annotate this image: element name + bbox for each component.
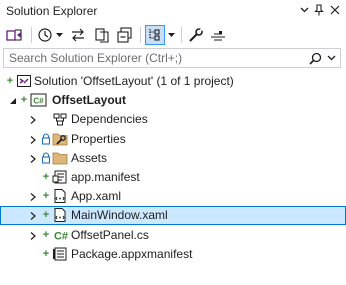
switch-views-icon[interactable] (5, 25, 25, 45)
checked-in-lock-icon (40, 152, 52, 164)
expand-arrow-icon[interactable] (28, 210, 38, 221)
collapse-all-icon[interactable] (115, 25, 135, 45)
panel-title: Solution Explorer (6, 4, 98, 18)
tree-item-mainwindow-xaml[interactable]: + MainWindow.xaml (0, 206, 346, 226)
refresh-icon[interactable] (92, 25, 112, 45)
folder-icon (52, 150, 68, 166)
window-position-dropdown-icon[interactable] (297, 3, 311, 17)
pending-add-icon: + (42, 228, 50, 241)
properties-wrench-icon[interactable] (186, 25, 206, 45)
appxmanifest-icon (52, 246, 68, 262)
tree-item-label: Dependencies (71, 112, 148, 127)
tree-item-label: OffsetLayout (52, 93, 127, 108)
tree-item-label: Package.appxmanifest (71, 246, 193, 261)
toolbar-separator (140, 27, 141, 43)
expand-arrow-icon[interactable] (28, 230, 38, 240)
pending-add-icon: + (20, 94, 28, 107)
expand-arrow-icon[interactable] (28, 134, 38, 144)
close-icon[interactable] (328, 3, 342, 17)
tree-item-label: app.manifest (71, 170, 140, 184)
manifest-icon (52, 169, 68, 185)
tree-item-package-appxmanifest[interactable]: + Package.appxmanifest (0, 245, 346, 264)
xaml-icon (52, 188, 68, 204)
show-all-files-dropdown-icon[interactable] (166, 25, 176, 45)
tree-item-label: Properties (71, 131, 126, 146)
pending-changes-filter-icon[interactable] (36, 25, 54, 45)
tree-item-dependencies[interactable]: Dependencies (0, 110, 346, 129)
tree-item-offsetpanel-cs[interactable]: + C# OffsetPanel.cs (0, 226, 346, 245)
tree-item-app-manifest[interactable]: + app.manifest (0, 168, 346, 187)
pending-add-icon: + (42, 171, 50, 183)
tree-item-offsetlayout[interactable]: + C# OffsetLayout (0, 91, 346, 110)
show-all-files-icon[interactable] (145, 25, 165, 45)
xaml-icon (52, 207, 68, 223)
svg-text:C#: C# (33, 97, 44, 106)
expand-arrow-icon[interactable] (28, 191, 38, 202)
pending-add-icon: + (42, 190, 50, 203)
tree-item-label: Solution 'OffsetLayout' (1 of 1 project) (34, 74, 234, 88)
expand-arrow-icon[interactable] (28, 114, 38, 125)
preview-selected-items-icon[interactable] (208, 25, 228, 45)
pending-add-icon: + (6, 75, 14, 87)
dependencies-icon (52, 111, 68, 127)
toolbar (0, 22, 346, 48)
sync-with-document-icon[interactable] (68, 25, 88, 45)
csharp-file-icon: C# (52, 227, 68, 243)
solution-icon (16, 73, 32, 89)
search-box (3, 48, 341, 68)
expand-arrow-icon[interactable] (28, 153, 38, 163)
properties-folder-icon (52, 131, 68, 147)
pending-add-icon: + (42, 247, 50, 260)
pin-icon[interactable] (312, 3, 326, 17)
toolbar-separator (181, 27, 182, 43)
search-icon[interactable] (309, 52, 322, 68)
toolbar-separator (31, 27, 32, 43)
tree-item-label: OffsetPanel.cs (71, 227, 149, 242)
tree-item-label: MainWindow.xaml (71, 208, 168, 223)
pending-add-icon: + (42, 209, 50, 222)
title-bar: Solution Explorer (0, 0, 346, 22)
tree-item-label: App.xaml (71, 189, 122, 204)
svg-text:C#: C# (54, 230, 68, 242)
tree-item-app-xaml[interactable]: + App.xaml (0, 187, 346, 206)
search-input[interactable] (9, 50, 309, 66)
collapse-arrow-icon[interactable] (8, 95, 18, 105)
csharp-project-icon: C# (30, 92, 47, 108)
tree-item-assets[interactable]: Assets (0, 149, 346, 168)
tree-item-solution-offsetlayout-1-of-1-project[interactable]: + Solution 'OffsetLayout' (1 of 1 project… (0, 72, 346, 91)
tree-item-properties[interactable]: Properties (0, 130, 346, 149)
filter-dropdown-icon[interactable] (54, 25, 64, 45)
search-options-dropdown-icon[interactable] (327, 52, 336, 67)
checked-in-lock-icon (40, 133, 52, 145)
tree-item-label: Assets (71, 150, 108, 165)
